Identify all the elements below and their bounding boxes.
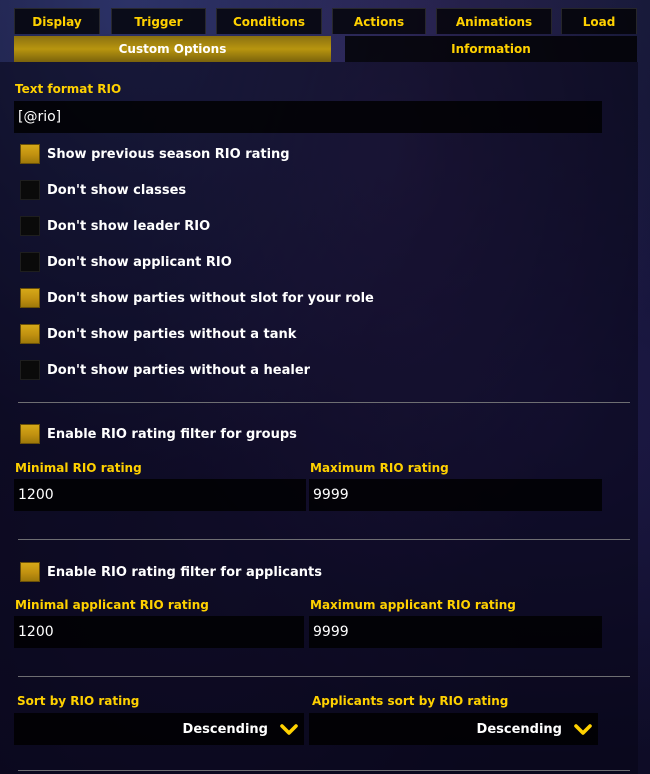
divider <box>18 539 630 540</box>
checkbox-row-hide-no-role-slot[interactable]: Don't show parties without slot for your… <box>20 287 374 309</box>
chevron-down-icon[interactable] <box>570 716 596 742</box>
applicants-sort-dropdown[interactable]: Descending <box>309 713 598 745</box>
hide-classes-label: Don't show classes <box>47 182 187 198</box>
tab-custom-options[interactable]: Custom Options <box>14 36 331 62</box>
sort-rio-dropdown[interactable]: Descending <box>14 713 304 745</box>
max-applicant-rio-input[interactable]: 9999 <box>309 616 602 648</box>
applicants-sort-value: Descending <box>476 721 562 737</box>
checkbox-row-hide-no-tank[interactable]: Don't show parties without a tank <box>20 323 296 345</box>
checkbox-row-hide-leader-rio[interactable]: Don't show leader RIO <box>20 215 210 237</box>
divider <box>18 770 630 771</box>
hide-no-tank-checkbox[interactable] <box>20 324 40 344</box>
tab-information-label: Information <box>451 42 531 56</box>
checkbox-row-previous-season[interactable]: Show previous season RIO rating <box>20 143 290 165</box>
tab-display[interactable]: Display <box>14 8 100 34</box>
tab-conditions[interactable]: Conditions <box>216 8 322 34</box>
checkbox-row-applicant-filter[interactable]: Enable RIO rating filter for applicants <box>20 561 322 583</box>
options-panel <box>0 62 638 774</box>
group-filter-label: Enable RIO rating filter for groups <box>47 426 297 442</box>
hide-no-tank-label: Don't show parties without a tank <box>47 326 297 342</box>
hide-leader-rio-checkbox[interactable] <box>20 216 40 236</box>
hide-applicant-rio-label: Don't show applicant RIO <box>47 254 232 270</box>
tab-animations[interactable]: Animations <box>436 8 552 34</box>
applicants-sort-label: Applicants sort by RIO rating <box>312 694 509 708</box>
tab-trigger[interactable]: Trigger <box>111 8 206 34</box>
sort-rio-label: Sort by RIO rating <box>17 694 140 708</box>
hide-no-healer-label: Don't show parties without a healer <box>47 362 311 378</box>
previous-season-checkbox[interactable] <box>20 144 40 164</box>
max-applicant-rio-label: Maximum applicant RIO rating <box>310 598 516 612</box>
tab-custom-options-label: Custom Options <box>118 42 227 56</box>
hide-no-role-slot-checkbox[interactable] <box>20 288 40 308</box>
chevron-down-icon[interactable] <box>276 716 302 742</box>
divider <box>18 402 630 403</box>
tab-load[interactable]: Load <box>561 8 637 34</box>
hide-no-healer-checkbox[interactable] <box>20 360 40 380</box>
applicant-filter-label: Enable RIO rating filter for applicants <box>47 564 322 580</box>
min-rio-input[interactable]: 1200 <box>14 479 306 511</box>
max-rio-input[interactable]: 9999 <box>309 479 602 511</box>
min-applicant-rio-input[interactable]: 1200 <box>14 616 304 648</box>
text-format-input[interactable]: [@rio] <box>14 101 602 133</box>
applicant-filter-checkbox[interactable] <box>20 562 40 582</box>
previous-season-label: Show previous season RIO rating <box>47 146 290 162</box>
sort-rio-value: Descending <box>182 721 268 737</box>
tab-information[interactable]: Information <box>345 36 637 62</box>
text-format-label: Text format RIO <box>15 82 122 96</box>
divider <box>18 676 630 677</box>
checkbox-row-hide-no-healer[interactable]: Don't show parties without a healer <box>20 359 310 381</box>
max-rio-label: Maximum RIO rating <box>310 461 449 475</box>
hide-leader-rio-label: Don't show leader RIO <box>47 218 211 234</box>
tab-actions[interactable]: Actions <box>332 8 426 34</box>
group-filter-checkbox[interactable] <box>20 424 40 444</box>
min-rio-label: Minimal RIO rating <box>15 461 142 475</box>
checkbox-row-hide-classes[interactable]: Don't show classes <box>20 179 186 201</box>
hide-no-role-slot-label: Don't show parties without slot for your… <box>47 290 374 306</box>
hide-applicant-rio-checkbox[interactable] <box>20 252 40 272</box>
checkbox-row-group-filter[interactable]: Enable RIO rating filter for groups <box>20 423 297 445</box>
checkbox-row-hide-applicant-rio[interactable]: Don't show applicant RIO <box>20 251 232 273</box>
min-applicant-rio-label: Minimal applicant RIO rating <box>15 598 209 612</box>
hide-classes-checkbox[interactable] <box>20 180 40 200</box>
